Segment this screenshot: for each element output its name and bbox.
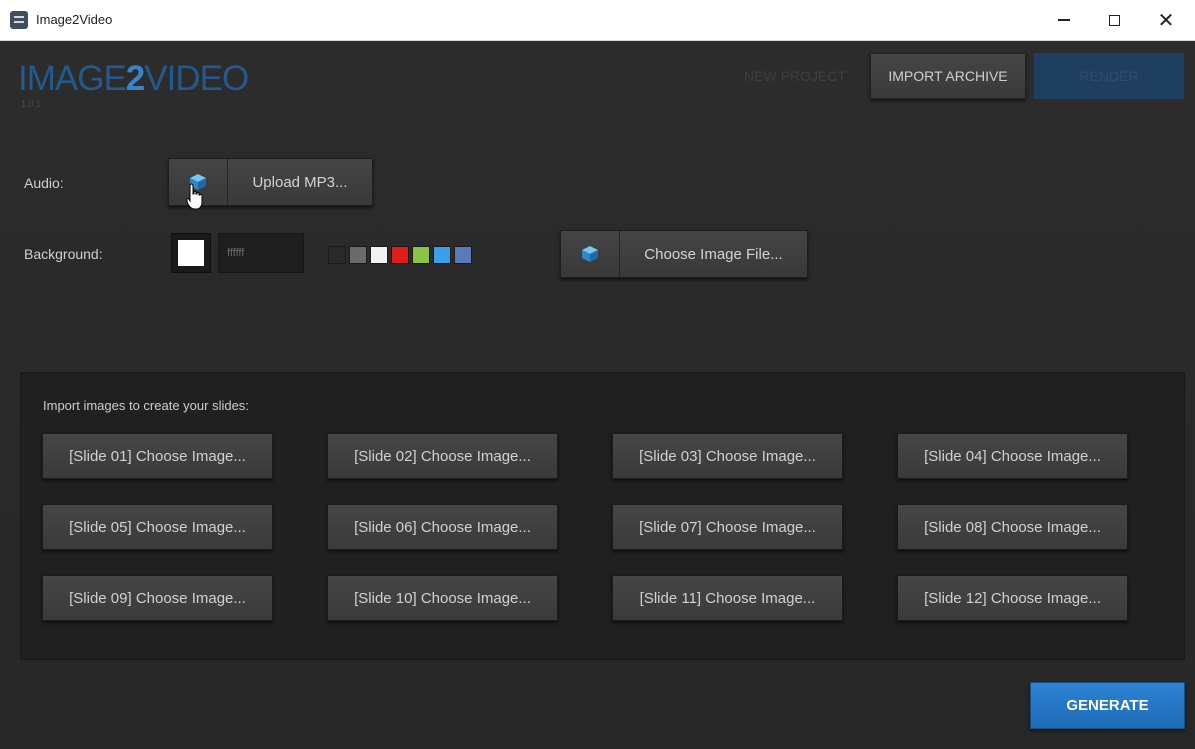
current-color-preview — [178, 240, 204, 266]
slide-06-button[interactable]: [Slide 06] Choose Image... — [327, 504, 558, 550]
minimize-icon — [1058, 19, 1070, 21]
palette-swatch[interactable] — [349, 246, 367, 264]
render-button[interactable]: RENDER — [1034, 53, 1184, 99]
window-title: Image2Video — [36, 12, 113, 27]
maximize-icon — [1108, 14, 1120, 26]
choose-image-file-button[interactable]: Choose Image File... — [560, 230, 808, 278]
version-label: 1.0.1 — [21, 99, 42, 109]
color-palette — [328, 246, 472, 264]
slide-08-button[interactable]: [Slide 08] Choose Image... — [897, 504, 1128, 550]
minimize-button[interactable] — [1042, 6, 1086, 34]
slide-03-button[interactable]: [Slide 03] Choose Image... — [612, 433, 843, 479]
logo-text-video: VIDEO — [144, 59, 249, 98]
palette-swatch[interactable] — [370, 246, 388, 264]
slide-02-button[interactable]: [Slide 02] Choose Image... — [327, 433, 558, 479]
slide-04-button[interactable]: [Slide 04] Choose Image... — [897, 433, 1128, 479]
window-titlebar: Image2Video ✕ — [0, 0, 1195, 41]
palette-swatch[interactable] — [328, 246, 346, 264]
palette-swatch[interactable] — [412, 246, 430, 264]
close-button[interactable]: ✕ — [1144, 6, 1188, 34]
background-label: Background: — [24, 246, 103, 262]
new-project-button[interactable]: NEW PROJECT — [740, 53, 850, 99]
slides-panel: Import images to create your slides: [Sl… — [20, 372, 1185, 660]
logo-text-two: 2 — [125, 59, 145, 98]
logo-text-image: IMAGE — [18, 59, 127, 98]
slides-title: Import images to create your slides: — [43, 398, 249, 413]
import-archive-button[interactable]: IMPORT ARCHIVE — [870, 53, 1026, 99]
palette-swatch[interactable] — [454, 246, 472, 264]
hand-cursor-icon — [186, 183, 203, 210]
generate-button[interactable]: GENERATE — [1030, 682, 1185, 729]
background-color-swatch[interactable] — [171, 233, 211, 273]
palette-swatch[interactable] — [433, 246, 451, 264]
cube-icon — [582, 246, 598, 262]
slide-01-button[interactable]: [Slide 01] Choose Image... — [42, 433, 273, 479]
slide-12-button[interactable]: [Slide 12] Choose Image... — [897, 575, 1128, 621]
slide-09-button[interactable]: [Slide 09] Choose Image... — [42, 575, 273, 621]
palette-swatch[interactable] — [391, 246, 409, 264]
app-body: IMAGE2VIDEO 1.0.1 NEW PROJECT IMPORT ARC… — [0, 41, 1195, 749]
audio-label: Audio: — [24, 175, 64, 191]
slide-07-button[interactable]: [Slide 07] Choose Image... — [612, 504, 843, 550]
choose-image-file-label: Choose Image File... — [644, 245, 783, 263]
app-logo: IMAGE2VIDEO — [18, 59, 249, 99]
upload-mp3-label: Upload MP3... — [252, 173, 348, 191]
app-icon — [10, 11, 28, 29]
hex-color-input[interactable] — [218, 233, 304, 273]
slide-11-button[interactable]: [Slide 11] Choose Image... — [612, 575, 843, 621]
close-icon: ✕ — [1157, 9, 1175, 32]
slide-10-button[interactable]: [Slide 10] Choose Image... — [327, 575, 558, 621]
slide-05-button[interactable]: [Slide 05] Choose Image... — [42, 504, 273, 550]
maximize-button[interactable] — [1092, 6, 1136, 34]
choose-image-icon-cell — [561, 231, 620, 277]
